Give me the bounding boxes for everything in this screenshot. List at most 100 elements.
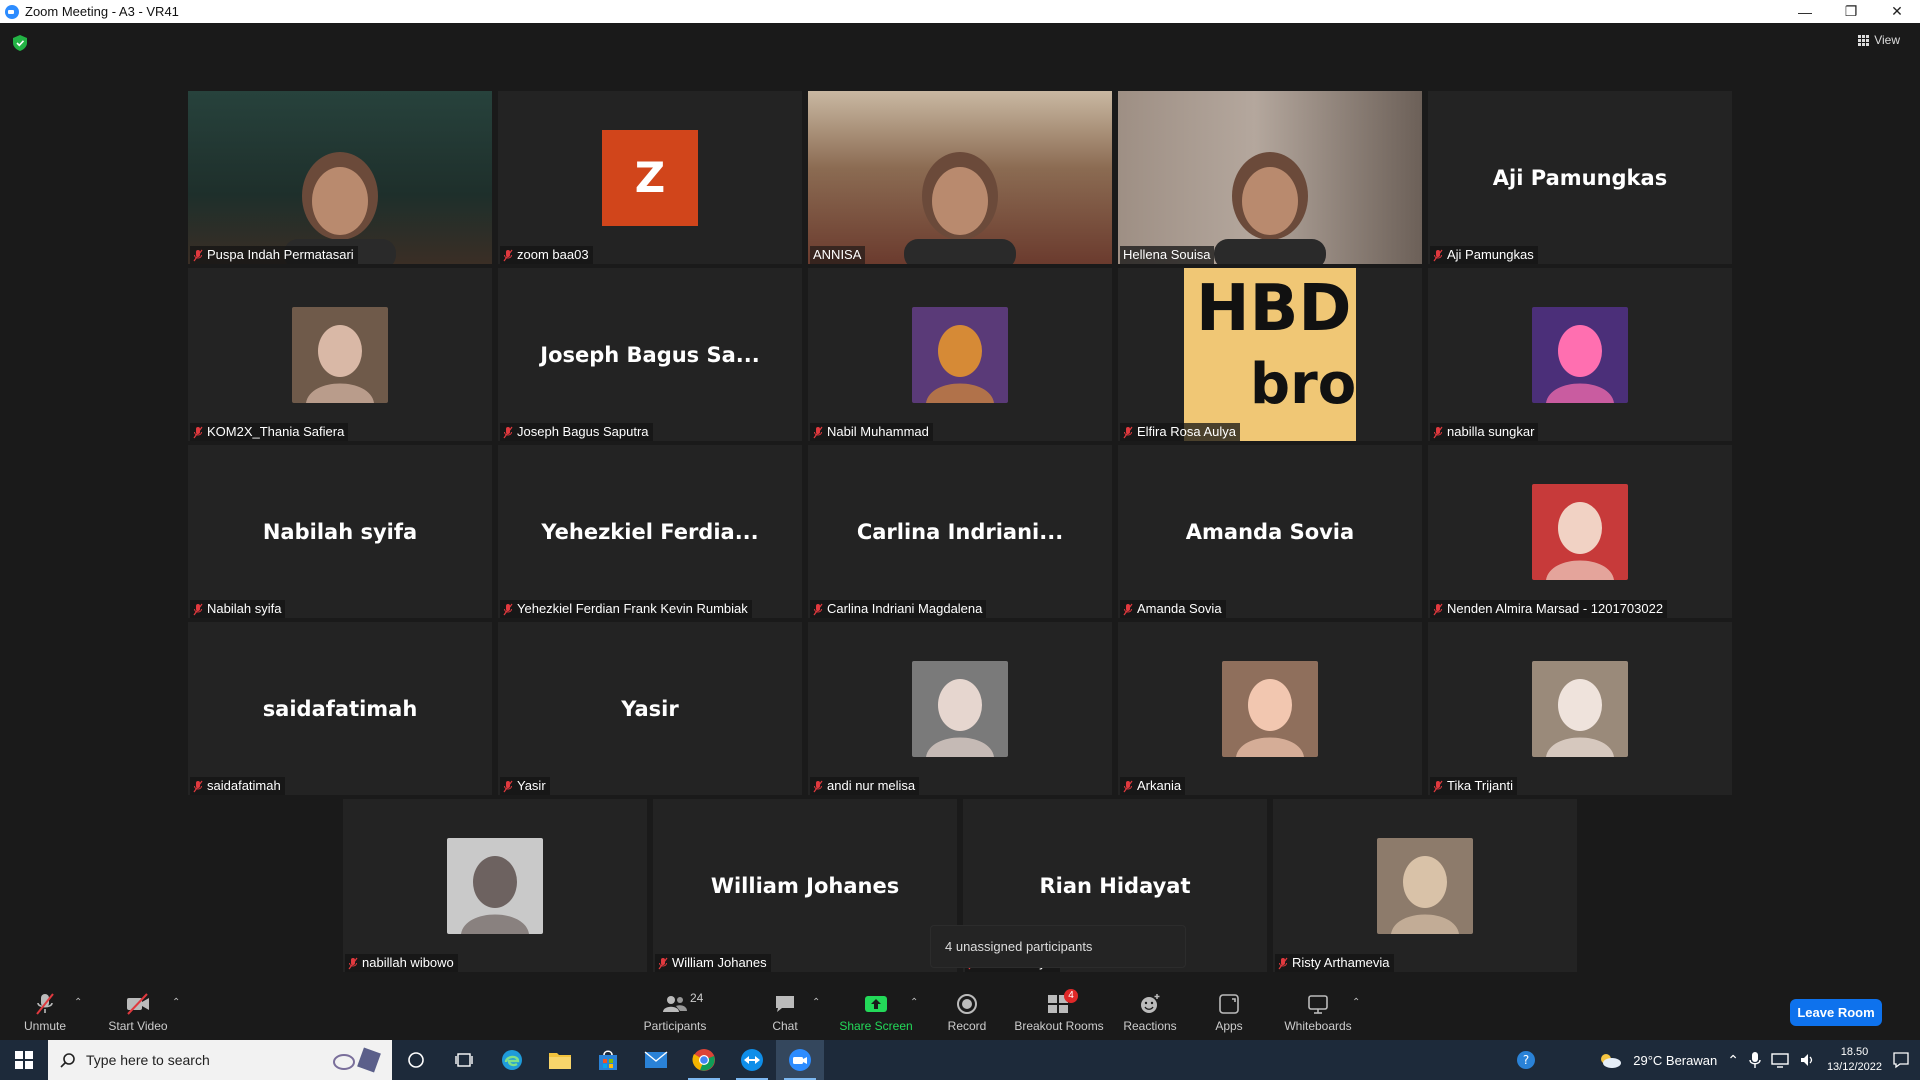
participant-tile[interactable]: ANNISA [808, 91, 1112, 264]
audio-options-caret-icon[interactable]: ⌃ [74, 997, 82, 1008]
view-button[interactable]: View [1858, 33, 1900, 47]
participant-tile[interactable]: HBD bro Elfira Rosa Aulya [1118, 268, 1422, 441]
participant-name-label: Joseph Bagus Saputra [500, 423, 653, 441]
record-button[interactable]: Record [946, 983, 988, 1040]
participant-tile[interactable]: Risty Arthamevia [1273, 799, 1577, 972]
participants-button[interactable]: 24 Participants [640, 983, 710, 1040]
participant-name-label: andi nur melisa [810, 777, 920, 795]
volume-icon[interactable] [1799, 1052, 1817, 1068]
muted-mic-icon [193, 780, 203, 792]
leave-room-button[interactable]: Leave Room [1790, 999, 1882, 1026]
task-view-button[interactable] [440, 1040, 488, 1080]
participant-profile-photo [1532, 483, 1628, 580]
unassigned-participants-popup[interactable]: 4 unassigned participants [930, 925, 1186, 968]
store-taskbar-button[interactable] [584, 1040, 632, 1080]
weather-text[interactable]: 29°C Berawan [1633, 1053, 1717, 1068]
unmute-button[interactable]: Unmute [22, 983, 68, 1040]
cortana-button[interactable] [392, 1040, 440, 1080]
participant-tile[interactable]: William Johanes William Johanes [653, 799, 957, 972]
participant-name-label: saidafatimah [190, 777, 285, 795]
participant-tile[interactable]: Carlina Indriani... Carlina Indriani Magd… [808, 445, 1112, 618]
whiteboards-button[interactable]: Whiteboards [1282, 983, 1354, 1040]
whiteboard-options-caret-icon[interactable]: ⌃ [1352, 997, 1360, 1008]
microphone-tray-icon[interactable] [1749, 1051, 1761, 1069]
participant-tile[interactable]: Hellena Souisa [1118, 91, 1422, 264]
participant-name: Nabilah syifa [207, 601, 282, 616]
encryption-shield-icon[interactable] [13, 35, 27, 51]
participant-tile[interactable]: Nabil Muhammad [808, 268, 1112, 441]
participant-name-label: Tika Trijanti [1430, 777, 1517, 795]
participant-tile[interactable]: Yehezkiel Ferdia... Yehezkiel Ferdian Fra… [498, 445, 802, 618]
participant-video [188, 91, 492, 264]
show-hidden-icons-caret-icon[interactable]: ⌃ [1727, 1052, 1739, 1069]
window-title: Zoom Meeting - A3 - VR41 [25, 4, 179, 19]
muted-mic-icon [658, 957, 668, 969]
edge-taskbar-button[interactable] [488, 1040, 536, 1080]
participant-display-name: Nabilah syifa [262, 519, 418, 544]
participant-tile[interactable]: Joseph Bagus Sa... Joseph Bagus Saputra [498, 268, 802, 441]
help-icon[interactable]: ? [1515, 1049, 1537, 1071]
mail-taskbar-button[interactable] [632, 1040, 680, 1080]
participant-name-label: KOM2X_Thania Safiera [190, 423, 349, 441]
participant-tile[interactable]: andi nur melisa [808, 622, 1112, 795]
share-screen-button[interactable]: Share Screen [839, 983, 913, 1040]
participant-video [1118, 91, 1422, 264]
file-explorer-taskbar-button[interactable] [536, 1040, 584, 1080]
share-options-caret-icon[interactable]: ⌃ [910, 997, 918, 1008]
participant-tile[interactable]: saidafatimah saidafatimah [188, 622, 492, 795]
participant-tile[interactable]: Nenden Almira Marsad - 1201703022 [1428, 445, 1732, 618]
apps-button[interactable]: Apps [1212, 983, 1246, 1040]
minimize-button[interactable]: — [1782, 0, 1828, 23]
participant-tile[interactable]: Nabilah syifa Nabilah syifa [188, 445, 492, 618]
clock[interactable]: 18.50 13/12/2022 [1827, 1045, 1882, 1075]
participant-name: nabilla sungkar [1447, 424, 1535, 439]
chat-label: Chat [772, 1018, 798, 1033]
zoom-taskbar-button[interactable] [776, 1040, 824, 1080]
windows-start-button[interactable] [0, 1040, 48, 1080]
participant-tile[interactable]: Arkania [1118, 622, 1422, 795]
participant-name-label: nabilla sungkar [1430, 423, 1539, 441]
muted-mic-icon [1123, 426, 1133, 438]
participant-display-name: Rian Hidayat [1039, 873, 1191, 898]
breakout-rooms-button[interactable]: 4 Breakout Rooms [1013, 983, 1105, 1040]
store-icon [599, 1050, 617, 1070]
taskbar-search-box[interactable]: Type here to search [48, 1040, 392, 1080]
apps-icon [1219, 993, 1239, 1014]
breakout-rooms-label: Breakout Rooms [1014, 1018, 1104, 1033]
chrome-taskbar-button[interactable] [680, 1040, 728, 1080]
chat-options-caret-icon[interactable]: ⌃ [812, 997, 820, 1008]
participant-display-name: Yasir [621, 696, 679, 721]
participant-tile[interactable]: Amanda Sovia Amanda Sovia [1118, 445, 1422, 618]
muted-mic-icon [813, 426, 823, 438]
participant-tile[interactable]: Puspa Indah Permatasari [188, 91, 492, 264]
start-video-button[interactable]: Start Video [106, 983, 170, 1040]
reactions-button[interactable]: Reactions [1122, 983, 1178, 1040]
video-options-caret-icon[interactable]: ⌃ [172, 997, 180, 1008]
participant-display-name: Joseph Bagus Sa... [540, 342, 760, 367]
participant-profile-photo [912, 306, 1008, 403]
participant-name: Tika Trijanti [1447, 778, 1513, 793]
restore-button[interactable]: ❐ [1828, 0, 1874, 23]
participant-tile[interactable]: Yasir Yasir [498, 622, 802, 795]
task-view-icon [455, 1053, 473, 1067]
participant-name: saidafatimah [207, 778, 281, 793]
notifications-icon[interactable] [1892, 1051, 1910, 1069]
network-icon[interactable] [1771, 1052, 1789, 1068]
mail-icon [644, 1051, 668, 1068]
folder-icon [549, 1053, 571, 1069]
start-video-label: Start Video [108, 1018, 168, 1033]
participant-tile[interactable]: Zzoom baa03 [498, 91, 802, 264]
participant-tile[interactable]: Tika Trijanti [1428, 622, 1732, 795]
participant-tile[interactable]: Aji Pamungkas Aji Pamungkas [1428, 91, 1732, 264]
participant-tile[interactable]: KOM2X_Thania Safiera [188, 268, 492, 441]
teamviewer-taskbar-button[interactable] [728, 1040, 776, 1080]
participant-tile[interactable]: nabillah wibowo [343, 799, 647, 972]
meeting-toolbar: Unmute ⌃ Start Video ⌃ 24 Participants C… [0, 983, 1920, 1040]
participant-tile[interactable]: nabilla sungkar [1428, 268, 1732, 441]
breakout-rooms-badge: 4 [1064, 988, 1078, 1003]
close-button[interactable]: ✕ [1874, 0, 1920, 23]
chat-button[interactable]: Chat [765, 983, 805, 1040]
participant-name-label: Nenden Almira Marsad - 1201703022 [1430, 600, 1668, 618]
participant-name: Joseph Bagus Saputra [517, 424, 649, 439]
participant-name-label: Nabil Muhammad [810, 423, 933, 441]
